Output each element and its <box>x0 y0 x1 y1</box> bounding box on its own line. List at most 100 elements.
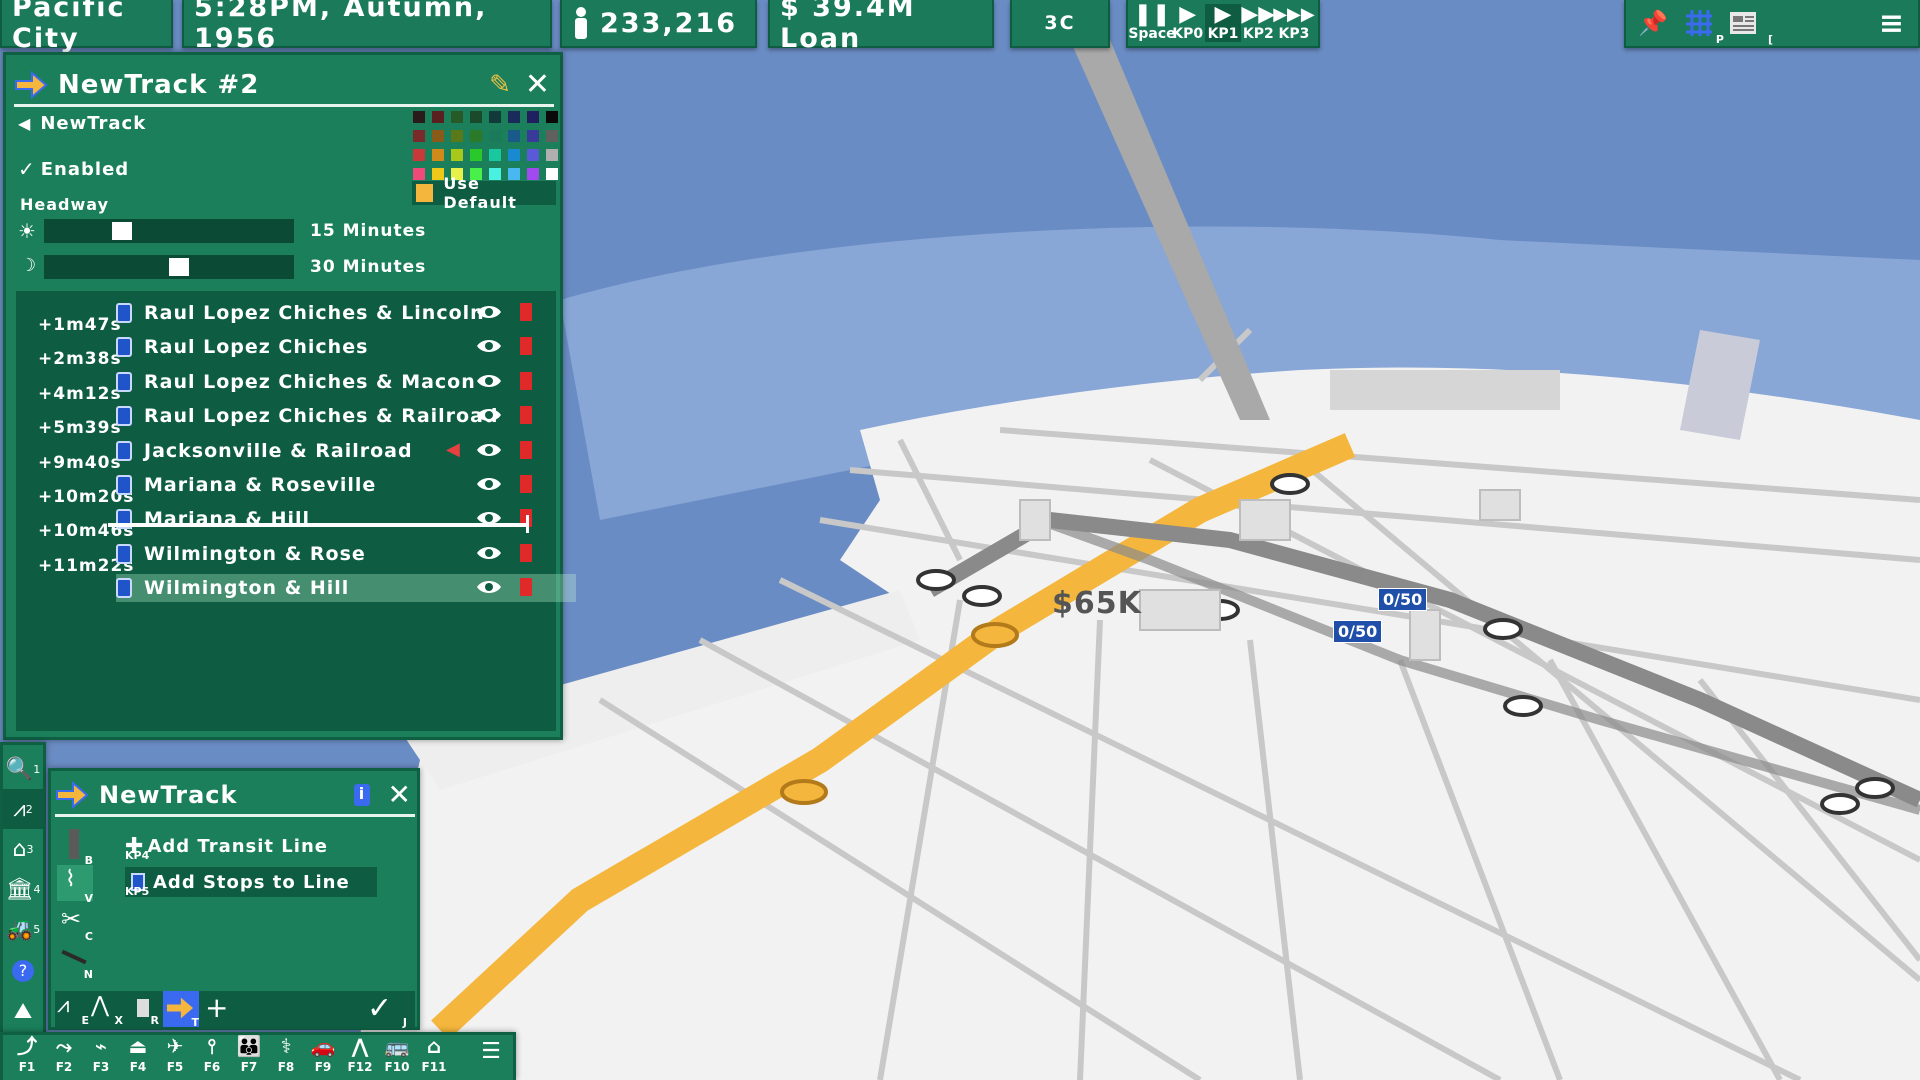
date-time-box[interactable]: 5:28PM, Autumn, 1956 <box>182 0 552 54</box>
budget-box[interactable]: $ 39.4M Loan <box>768 0 994 54</box>
color-swatch[interactable] <box>432 149 444 161</box>
color-swatch[interactable] <box>508 130 520 142</box>
eye-icon[interactable] <box>476 578 502 600</box>
fkey-button[interactable]: ⚕ F8 <box>268 1032 304 1080</box>
color-swatch[interactable] <box>546 130 558 142</box>
stop-row[interactable]: Wilmington & Rose <box>116 540 576 568</box>
fkey-button[interactable]: ⏏ F4 <box>120 1032 156 1080</box>
stop-row[interactable]: Jacksonville & Railroad ◀ <box>116 437 576 465</box>
color-swatch[interactable] <box>470 149 482 161</box>
fkey-button[interactable]: ⤳ F2 <box>46 1032 82 1080</box>
fkey-button[interactable]: 🚌 F10 <box>379 1032 415 1080</box>
fkey-button[interactable]: ✈ F5 <box>157 1032 193 1080</box>
color-swatch[interactable] <box>413 130 425 142</box>
fkey-button[interactable]: ⋀ F12 <box>342 1032 378 1080</box>
color-swatch[interactable] <box>527 149 539 161</box>
confirm-button[interactable]: ✓ J <box>367 991 407 1029</box>
fkey-button[interactable]: ⤴ F1 <box>9 1032 45 1080</box>
day-headway-slider[interactable] <box>44 219 294 243</box>
elevation-button[interactable]: N <box>57 941 93 981</box>
night-headway-slider[interactable] <box>44 255 294 279</box>
eye-icon[interactable] <box>476 509 502 531</box>
eye-icon[interactable] <box>476 372 502 394</box>
notes-button[interactable]: ☰ <box>473 1032 509 1080</box>
highway-mode-button[interactable]: ⋀ X <box>91 993 123 1027</box>
terrain-view-button[interactable]: ⛰ <box>3 991 43 1031</box>
delete-icon[interactable] <box>520 475 532 493</box>
stop-row[interactable]: Mariana & Roseville <box>116 471 576 499</box>
curve-track-button[interactable]: ⌇ V <box>57 865 93 905</box>
building-tool-button[interactable]: 🏛 4 <box>3 869 43 909</box>
color-swatch[interactable] <box>413 149 425 161</box>
cut-track-button[interactable]: ✂ C <box>57 903 93 943</box>
fkey-button[interactable]: 🚗 F9 <box>305 1032 341 1080</box>
slider-handle[interactable] <box>111 222 132 240</box>
zone-tool-button[interactable]: ⌂ 3 <box>3 829 43 869</box>
stop-row[interactable]: Wilmington & Hill <box>116 574 576 603</box>
city-name-box[interactable]: Pacific City <box>0 0 173 54</box>
add-stops-button[interactable]: Add Stops to Line KP5 <box>125 867 377 898</box>
color-swatch[interactable] <box>432 130 444 142</box>
road-mode-button[interactable]: ⩘ E <box>57 993 89 1027</box>
rail-mode-button[interactable]: R <box>127 993 159 1027</box>
color-swatch[interactable] <box>489 149 501 161</box>
back-link[interactable]: ◀ NewTrack <box>18 113 146 134</box>
delete-icon[interactable] <box>520 406 532 425</box>
eye-icon[interactable] <box>476 475 502 497</box>
stop-row[interactable]: Raul Lopez Chiches <box>116 333 576 361</box>
fkey-button[interactable]: ⌁ F3 <box>83 1032 119 1080</box>
fkey-button[interactable]: ⌂ F11 <box>416 1032 452 1080</box>
delete-icon[interactable] <box>520 371 532 390</box>
query-tool-button[interactable]: 🔍 1 <box>3 749 43 789</box>
eye-icon[interactable] <box>476 337 502 359</box>
weather-box[interactable]: 3C <box>1010 0 1110 48</box>
road-tool-button[interactable]: ⩘ 2 <box>3 789 43 829</box>
color-swatch[interactable] <box>432 111 444 123</box>
stop-row[interactable]: Raul Lopez Chiches & Railroad <box>116 402 576 430</box>
info-icon[interactable]: i <box>353 783 370 806</box>
pin-icon[interactable]: 📌 <box>1638 9 1670 37</box>
rail-type-button[interactable]: B <box>57 827 93 867</box>
fkey-button[interactable]: ⫯ F6 <box>194 1032 230 1080</box>
speed-3-button[interactable]: ▶▶▶ KP3 <box>1273 4 1315 42</box>
color-swatch[interactable] <box>489 111 501 123</box>
speed-1-button[interactable]: ▶ KP1 <box>1205 4 1241 42</box>
add-transit-line-button[interactable]: ✚ Add Transit Line KP4 <box>125 831 375 863</box>
transit-mode-button[interactable]: T <box>163 991 199 1029</box>
speed-2-button[interactable]: ▶▶ KP2 <box>1241 4 1276 43</box>
color-swatch[interactable] <box>451 111 463 123</box>
stop-row[interactable]: Raul Lopez Chiches & Lincoln <box>116 299 576 327</box>
close-icon[interactable]: ✕ <box>388 778 411 811</box>
eye-icon[interactable] <box>476 441 502 463</box>
color-swatch[interactable] <box>527 130 539 142</box>
color-swatch[interactable] <box>508 149 520 161</box>
add-mode-button[interactable]: + <box>205 991 237 1027</box>
help-button[interactable]: ? <box>3 951 43 991</box>
color-swatch[interactable] <box>413 111 425 123</box>
grid-icon[interactable] <box>1684 8 1714 38</box>
delete-icon[interactable] <box>520 578 532 597</box>
color-swatch[interactable] <box>413 168 425 180</box>
enabled-toggle[interactable]: ✓ Enabled <box>18 157 129 181</box>
delete-icon[interactable] <box>520 440 532 459</box>
color-swatch[interactable] <box>546 111 558 123</box>
close-icon[interactable]: ✕ <box>525 67 550 102</box>
delete-icon[interactable] <box>520 303 532 321</box>
color-swatch[interactable] <box>489 130 501 142</box>
rename-pencil-icon[interactable]: ✎ <box>489 70 511 100</box>
color-swatch[interactable] <box>470 111 482 123</box>
slider-handle[interactable] <box>169 258 189 276</box>
color-swatch[interactable] <box>527 111 539 123</box>
delete-icon[interactable] <box>520 337 532 356</box>
stop-row[interactable]: Mariana & Hill <box>116 505 576 533</box>
bulldoze-tool-button[interactable]: 🚜 5 <box>3 909 43 949</box>
color-swatch[interactable] <box>508 111 520 123</box>
eye-icon[interactable] <box>476 544 502 566</box>
color-swatch[interactable] <box>470 130 482 142</box>
color-swatch[interactable] <box>451 130 463 142</box>
eye-icon[interactable] <box>476 406 502 428</box>
pause-button[interactable]: ❚❚ Space <box>1128 4 1175 43</box>
use-default-button[interactable]: Use Default <box>412 174 556 212</box>
fkey-button[interactable]: 👪 F7 <box>231 1032 267 1080</box>
speed-0-button[interactable]: ▶ KP0 <box>1170 4 1205 43</box>
